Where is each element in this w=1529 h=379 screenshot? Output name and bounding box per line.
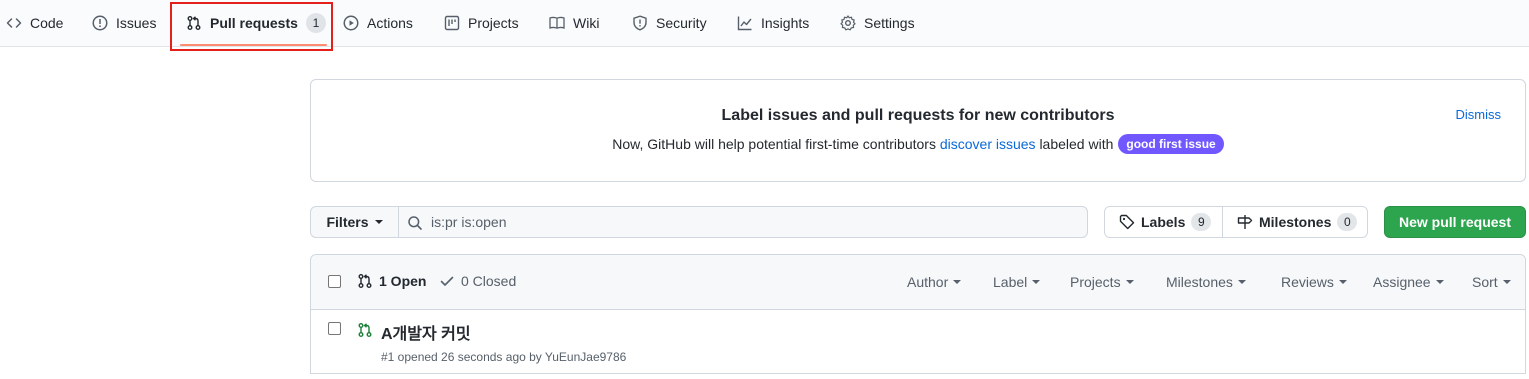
caret-down-icon [1125,280,1134,284]
tab-issues[interactable]: Issues [92,0,156,46]
banner-text-before: Now, GitHub will help potential first-ti… [612,136,936,152]
shield-icon [632,15,648,31]
tab-actions[interactable]: Actions [343,0,413,46]
closed-count-label: 0 Closed [461,273,517,289]
good-first-issue-label[interactable]: good first issue [1118,134,1224,154]
new-pull-request-button[interactable]: New pull request [1384,206,1526,238]
caret-down-icon [1435,280,1444,284]
list-item: A개발자 커밋 #1 opened 26 seconds ago by YuEu… [311,310,1525,374]
caret-down-icon [1237,280,1246,284]
author-dropdown[interactable]: Author [907,274,962,290]
reviews-dropdown[interactable]: Reviews [1281,274,1347,290]
tab-pull-requests[interactable]: Pull requests 1 [186,0,326,46]
labels-counter: 9 [1191,213,1212,231]
code-icon [6,15,22,31]
graph-icon [737,15,753,31]
tab-projects-label: Projects [468,15,519,31]
milestones-counter: 0 [1337,213,1358,231]
tab-issues-label: Issues [116,15,157,31]
contributors-banner: Label issues and pull requests for new c… [310,79,1526,182]
filters-button-label: Filters [326,214,369,230]
issue-opened-icon [92,15,108,31]
banner-text: Now, GitHub will help potential first-ti… [311,134,1525,154]
tab-security[interactable]: Security [632,0,707,46]
caret-down-icon [374,220,383,224]
pr-title-link[interactable]: A개발자 커밋 [381,320,471,344]
caret-down-icon [1502,280,1511,284]
pull-requests-list: 1 Open 0 Closed Author Label Projects Mi… [310,254,1526,374]
caret-down-icon [1032,280,1041,284]
discover-issues-link[interactable]: discover issues [940,136,1036,152]
tab-insights-label: Insights [761,15,810,31]
milestones-dropdown-label: Milestones [1166,274,1233,290]
labels-button-label: Labels [1141,214,1186,230]
dismiss-button[interactable]: Dismiss [1456,107,1502,122]
filters-button[interactable]: Filters [310,206,398,238]
git-pull-request-open-icon [357,322,373,338]
filter-bar: Filters [310,206,1129,238]
git-pull-request-icon [357,273,373,289]
label-dropdown-label: Label [993,274,1028,290]
tab-projects[interactable]: Projects [444,0,519,46]
sort-dropdown-label: Sort [1472,274,1498,290]
tab-wiki-label: Wiki [573,15,600,31]
tab-insights[interactable]: Insights [737,0,809,46]
labels-button[interactable]: Labels 9 [1105,207,1222,237]
open-count-label: 1 Open [379,273,427,289]
milestone-icon [1237,214,1253,230]
milestones-dropdown[interactable]: Milestones [1166,274,1246,290]
closed-filter-link[interactable]: 0 Closed [439,273,516,289]
label-dropdown[interactable]: Label [993,274,1041,290]
search-input[interactable] [429,207,1129,237]
tab-settings-label: Settings [864,15,915,31]
tab-security-label: Security [656,15,707,31]
projects-dropdown[interactable]: Projects [1070,274,1134,290]
tab-actions-label: Actions [367,15,413,31]
banner-title: Label issues and pull requests for new c… [721,107,1115,124]
sort-dropdown[interactable]: Sort [1472,274,1511,290]
milestones-button[interactable]: Milestones 0 [1222,207,1367,237]
tab-pull-requests-label: Pull requests [210,15,298,31]
check-icon [439,273,455,289]
tab-code[interactable]: Code [6,0,63,46]
select-all-checkbox[interactable] [328,275,341,288]
caret-down-icon [1338,280,1347,284]
open-filter-link[interactable]: 1 Open [357,273,426,289]
milestones-button-label: Milestones [1259,214,1332,230]
banner-text-after: labeled with [1039,136,1114,152]
tab-code-label: Code [30,15,64,31]
assignee-dropdown-label: Assignee [1373,274,1431,290]
play-icon [343,15,359,31]
git-pull-request-icon [186,15,202,31]
assignee-dropdown[interactable]: Assignee [1373,274,1444,290]
author-dropdown-label: Author [907,274,949,290]
repo-nav: Code Issues Pull requests 1 Actions Proj… [0,0,1529,47]
labels-milestones-group: Labels 9 Milestones 0 [1104,206,1368,238]
book-icon [549,15,565,31]
projects-dropdown-label: Projects [1070,274,1121,290]
tag-icon [1119,214,1135,230]
reviews-dropdown-label: Reviews [1281,274,1334,290]
pr-checkbox[interactable] [328,322,341,335]
search-icon [407,215,423,231]
selected-tab-underline [180,44,327,46]
gear-icon [840,15,856,31]
tab-settings[interactable]: Settings [840,0,915,46]
list-header: 1 Open 0 Closed Author Label Projects Mi… [311,255,1525,310]
caret-down-icon [953,280,962,284]
tab-wiki[interactable]: Wiki [549,0,599,46]
pr-meta: #1 opened 26 seconds ago by YuEunJae9786 [381,350,627,364]
pull-requests-counter: 1 [305,13,326,33]
project-icon [444,15,460,31]
search-field [398,206,1129,238]
